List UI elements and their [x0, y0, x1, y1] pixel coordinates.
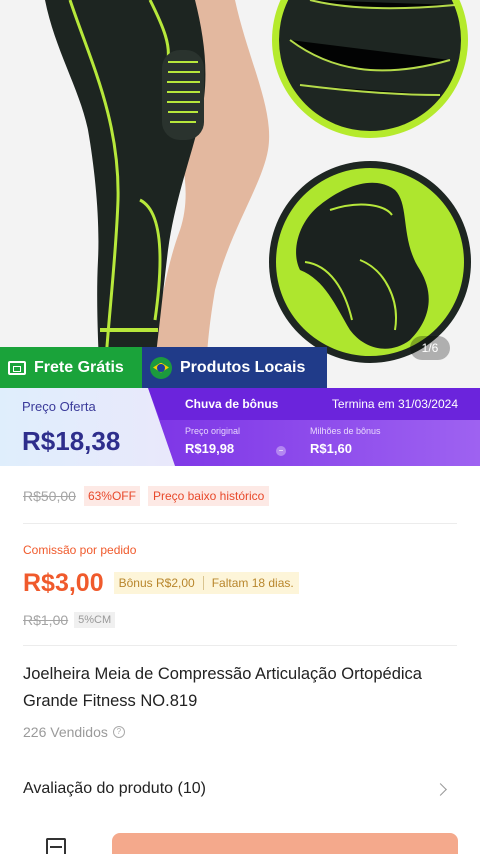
divider	[23, 523, 457, 524]
image-counter: 1/6	[410, 336, 450, 360]
offer-price-value: R$18,38	[22, 426, 121, 456]
bonus-amount-value: R$1,60	[310, 441, 352, 456]
product-title: Joelheira Meia de Compressão Articulação…	[23, 665, 422, 710]
price-banner: Preço Oferta R$18,38 Chuva de bônus Term…	[0, 388, 480, 466]
bonus-amount-block: Milhões de bônus R$1,60	[310, 426, 381, 456]
commission-value: R$3,00	[23, 568, 104, 597]
discount-row: R$50,00 63%OFF Preço baixo histórico	[23, 484, 270, 508]
tag-separator	[202, 576, 204, 590]
sold-count: 226 Vendidos ?	[23, 724, 125, 740]
product-image	[0, 0, 480, 388]
shipping-badges: Frete Grátis Produtos Locais	[0, 347, 327, 388]
store-icon[interactable]	[46, 838, 66, 854]
local-products-badge: Produtos Locais	[142, 347, 327, 388]
divider	[23, 645, 457, 646]
product-review-row[interactable]: Avaliação do produto (10)	[23, 778, 457, 800]
free-shipping-label: Frete Grátis	[34, 358, 124, 376]
commission-bonus: Bônus R$2,00	[118, 576, 195, 590]
bonus-panel: Chuva de bônus Termina em 31/03/2024 Pre…	[148, 388, 480, 466]
commission-old-value: R$1,00	[23, 612, 69, 628]
product-review-label: Avaliação do produto (10)	[23, 780, 206, 797]
bonus-amount-label: Milhões de bônus	[310, 426, 381, 436]
discount-badge: 63%OFF	[83, 486, 140, 506]
sold-count-label: 226 Vendidos	[23, 724, 108, 740]
bonus-end-date: Termina em 31/03/2024	[331, 397, 458, 411]
truck-icon	[8, 360, 26, 375]
bonus-title: Chuva de bônus	[185, 397, 279, 411]
original-price-value: R$19,98	[185, 441, 235, 456]
local-products-label: Produtos Locais	[180, 358, 306, 376]
old-price: R$50,00	[23, 488, 76, 504]
info-icon[interactable]: ?	[112, 726, 125, 738]
chevron-right-icon	[434, 782, 447, 796]
offer-price-panel: Preço Oferta R$18,38	[0, 388, 175, 466]
minus-icon: −	[276, 446, 286, 456]
bonus-header: Chuva de bônus Termina em 31/03/2024	[148, 388, 480, 420]
offer-price-label: Preço Oferta	[22, 399, 96, 414]
commission-rate-badge: 5%CM	[74, 612, 116, 628]
commission-old-row: R$1,00 5%CM	[23, 609, 116, 631]
commission-remaining: Faltam 18 dias.	[211, 576, 294, 590]
original-price-label: Preço original	[185, 426, 241, 436]
free-shipping-badge: Frete Grátis	[0, 347, 142, 388]
commission-bonus-tag: Bônus R$2,00 Faltam 18 dias.	[113, 572, 299, 594]
commission-row: R$3,00 Bônus R$2,00 Faltam 18 dias.	[23, 566, 299, 600]
lowest-price-badge: Preço baixo histórico	[147, 486, 270, 506]
commission-label: Comissão por pedido	[23, 543, 137, 557]
brazil-flag-icon	[150, 356, 172, 379]
primary-action-button[interactable]	[112, 833, 458, 854]
product-image-gallery[interactable]: 1/6	[0, 0, 480, 388]
original-price-block: Preço original R$19,98	[185, 426, 240, 456]
